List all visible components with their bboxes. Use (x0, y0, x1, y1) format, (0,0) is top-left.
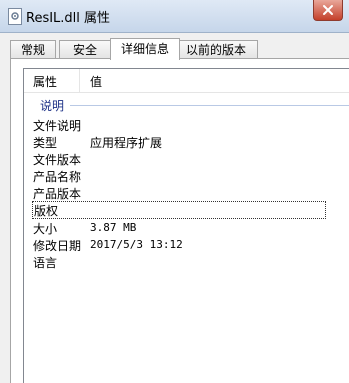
property-value: 2017/5/3 13:12 (90, 238, 183, 251)
column-divider[interactable] (79, 69, 80, 92)
property-name: 文件版本 (33, 153, 82, 167)
list-header: 属性 值 (24, 69, 349, 93)
tab-general[interactable]: 常规 (10, 40, 56, 59)
title-bar[interactable]: ResIL.dll 属性 (0, 0, 349, 33)
close-icon (323, 5, 333, 15)
close-button[interactable] (313, 0, 343, 21)
list-row-selected[interactable]: 版权 (32, 201, 326, 219)
list-row[interactable]: 产品版本 (33, 185, 333, 202)
column-header-property[interactable]: 属性 (33, 73, 57, 90)
property-value: 3.87 MB (90, 221, 137, 234)
details-list[interactable]: 属性 值 说明 文件说明 类型 应用程序扩展 文件版本 产品名称 产品版本 版权… (23, 68, 349, 383)
list-row[interactable]: 修改日期 2017/5/3 13:12 (33, 237, 333, 254)
property-name: 产品版本 (33, 187, 82, 201)
tab-strip: 常规 安全 详细信息 以前的版本 (10, 38, 349, 60)
list-row[interactable]: 文件说明 (33, 117, 333, 134)
group-divider (70, 105, 349, 106)
group-label: 说明 (40, 99, 65, 113)
list-row[interactable]: 大小 3.87 MB (33, 220, 333, 237)
list-row[interactable]: 类型 应用程序扩展 (33, 134, 333, 151)
property-value: 应用程序扩展 (90, 136, 163, 150)
tab-details[interactable]: 详细信息 (110, 38, 180, 60)
list-row[interactable]: 产品名称 (33, 168, 333, 185)
property-name: 版权 (34, 204, 59, 218)
dll-file-icon (8, 8, 22, 25)
list-row[interactable]: 语言 (33, 254, 333, 271)
property-name: 文件说明 (33, 119, 82, 133)
property-name: 修改日期 (33, 239, 82, 253)
tab-security[interactable]: 安全 (59, 40, 111, 59)
list-row[interactable]: 文件版本 (33, 151, 333, 168)
property-name: 语言 (33, 256, 58, 270)
tab-previous-versions[interactable]: 以前的版本 (174, 40, 258, 59)
property-name: 类型 (33, 136, 58, 150)
window-title: ResIL.dll 属性 (26, 11, 111, 26)
column-header-value[interactable]: 值 (90, 73, 102, 90)
property-name: 产品名称 (33, 170, 82, 184)
property-name: 大小 (33, 222, 58, 236)
